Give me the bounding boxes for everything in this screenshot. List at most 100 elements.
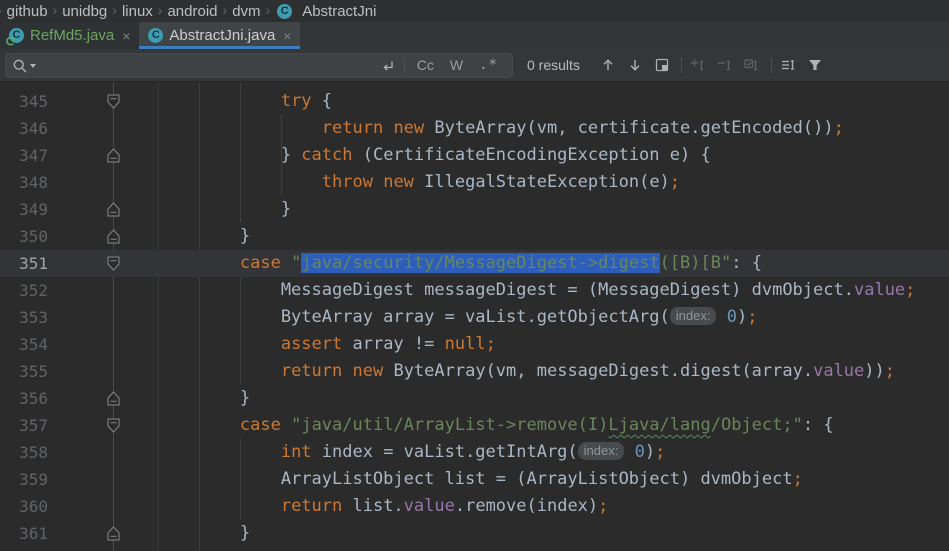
- line-number[interactable]: 359: [0, 466, 48, 493]
- code-token: case: [239, 415, 281, 435]
- typo-token: Ljava/lang: [608, 415, 711, 435]
- filter-icon[interactable]: [807, 57, 823, 73]
- search-input[interactable]: Cc W .*: [5, 53, 513, 78]
- breadcrumb-class-item[interactable]: AbstractJni: [302, 3, 376, 20]
- class-icon: C: [277, 3, 293, 19]
- breadcrumb-separator-icon: ›: [265, 2, 271, 18]
- line-number[interactable]: 350: [0, 223, 48, 250]
- code-token: throw: [321, 172, 373, 192]
- open-in-tool-window-icon[interactable]: [654, 57, 670, 73]
- code-token: "java/util/ArrayList->remove(I): [291, 415, 609, 435]
- breadcrumb: ›github›unidbg›linux›android›dvm›CAbstra…: [0, 0, 949, 22]
- code-token: value: [853, 280, 906, 300]
- fold-marker-icon[interactable]: [107, 94, 120, 113]
- line-number[interactable]: 345: [0, 88, 48, 115]
- search-icon: [12, 58, 28, 74]
- breadcrumb-item[interactable]: github: [7, 3, 48, 20]
- line-number[interactable]: 361: [0, 520, 48, 547]
- filter-lines-icon[interactable]: [780, 57, 796, 73]
- breadcrumb-item[interactable]: linux: [122, 3, 153, 20]
- line-number[interactable]: 351: [0, 250, 48, 277]
- line-number[interactable]: 346: [0, 115, 48, 142]
- breadcrumb-item[interactable]: android: [167, 3, 217, 20]
- search-history-chevron-icon[interactable]: [30, 63, 36, 68]
- code-text: try {: [158, 88, 332, 115]
- code-token: ByteArray(vm, messageDigest.digest(array…: [383, 361, 814, 381]
- code-text: return list.value.remove(index);: [158, 493, 609, 520]
- tab-refmd5-java[interactable]: C RefMd5.java ×: [0, 22, 140, 49]
- code-line: 345 try {: [0, 88, 949, 115]
- class-icon: C: [148, 28, 164, 43]
- breadcrumb-item[interactable]: dvm: [232, 3, 260, 20]
- inline-parameter-hint: index:: [577, 442, 625, 460]
- line-number[interactable]: 352: [0, 277, 48, 304]
- code-token: )): [864, 361, 885, 381]
- class-icon: C: [148, 28, 164, 43]
- code-token: (CertificateEncodingException e) {: [352, 145, 711, 165]
- code-editor[interactable]: 345 try {346 return new ByteArray(vm, ce…: [0, 82, 949, 551]
- fold-marker-icon[interactable]: [107, 418, 120, 437]
- line-number[interactable]: 358: [0, 439, 48, 466]
- code-text: return new ByteArray(vm, certificate.get…: [158, 115, 844, 142]
- line-number[interactable]: 355: [0, 358, 48, 385]
- line-number[interactable]: 356: [0, 385, 48, 412]
- select-all-occurrences-icon[interactable]: [744, 57, 760, 73]
- line-number[interactable]: 357: [0, 412, 48, 439]
- code-token: array !=: [342, 334, 445, 354]
- next-occurrence-icon[interactable]: [627, 57, 643, 73]
- code-line: 349 }: [0, 196, 949, 223]
- code-token: new: [352, 361, 384, 381]
- code-token: return: [280, 361, 343, 381]
- code-text: ArrayListObject list = (ArrayListObject)…: [158, 466, 803, 493]
- code-token: assert: [280, 334, 343, 354]
- close-tab-icon[interactable]: ×: [122, 29, 130, 43]
- code-token: ;: [485, 334, 496, 354]
- code-text: }: [158, 520, 250, 547]
- code-line: 356 }: [0, 385, 949, 412]
- breadcrumb-separator-icon: ›: [0, 2, 2, 18]
- fold-marker-icon[interactable]: [107, 391, 120, 410]
- fold-marker-icon[interactable]: [107, 148, 120, 167]
- code-token: null: [444, 334, 486, 354]
- match-case-toggle[interactable]: Cc: [417, 54, 434, 77]
- line-number[interactable]: 360: [0, 493, 48, 520]
- fold-marker-icon[interactable]: [107, 526, 120, 545]
- words-toggle[interactable]: W: [450, 54, 463, 77]
- code-token: }: [158, 199, 292, 219]
- code-token: index = vaList.getIntArg(: [311, 442, 578, 462]
- fold-marker-icon[interactable]: [107, 229, 120, 248]
- line-number[interactable]: 354: [0, 331, 48, 358]
- code-line: 358 int index = vaList.getIntArg(index: …: [0, 439, 949, 466]
- breadcrumb-item[interactable]: unidbg: [62, 3, 107, 20]
- code-token: ;: [833, 118, 844, 138]
- code-text: assert array != null;: [158, 331, 496, 358]
- fold-marker-icon[interactable]: [107, 202, 120, 221]
- line-number[interactable]: 347: [0, 142, 48, 169]
- divider: [681, 57, 682, 73]
- add-occurrence-icon[interactable]: [690, 57, 706, 73]
- line-number[interactable]: 353: [0, 304, 48, 331]
- code-token: case: [239, 253, 281, 273]
- line-number[interactable]: 349: [0, 196, 48, 223]
- code-line: 357 case "java/util/ArrayList->remove(I)…: [0, 412, 949, 439]
- line-number[interactable]: 348: [0, 169, 48, 196]
- code-text: int index = vaList.getIntArg(index: 0);: [158, 439, 665, 466]
- close-tab-icon[interactable]: ×: [283, 29, 291, 43]
- code-token: ): [736, 307, 748, 327]
- tab-abstractjni-java[interactable]: C AbstractJni.java ×: [139, 22, 301, 49]
- code-line: 359 ArrayListObject list = (ArrayListObj…: [0, 466, 949, 493]
- breadcrumb-separator-icon: ›: [52, 2, 58, 18]
- previous-occurrence-icon[interactable]: [600, 57, 616, 73]
- code-text: } catch (CertificateEncodingException e)…: [158, 142, 711, 169]
- code-token: MessageDigest messageDigest = (MessageDi…: [158, 280, 854, 300]
- fold-marker-icon[interactable]: [107, 256, 120, 275]
- code-text: }: [158, 223, 250, 250]
- remove-occurrence-icon[interactable]: [717, 57, 733, 73]
- regex-toggle[interactable]: .*: [479, 54, 498, 77]
- newline-icon[interactable]: [380, 58, 396, 74]
